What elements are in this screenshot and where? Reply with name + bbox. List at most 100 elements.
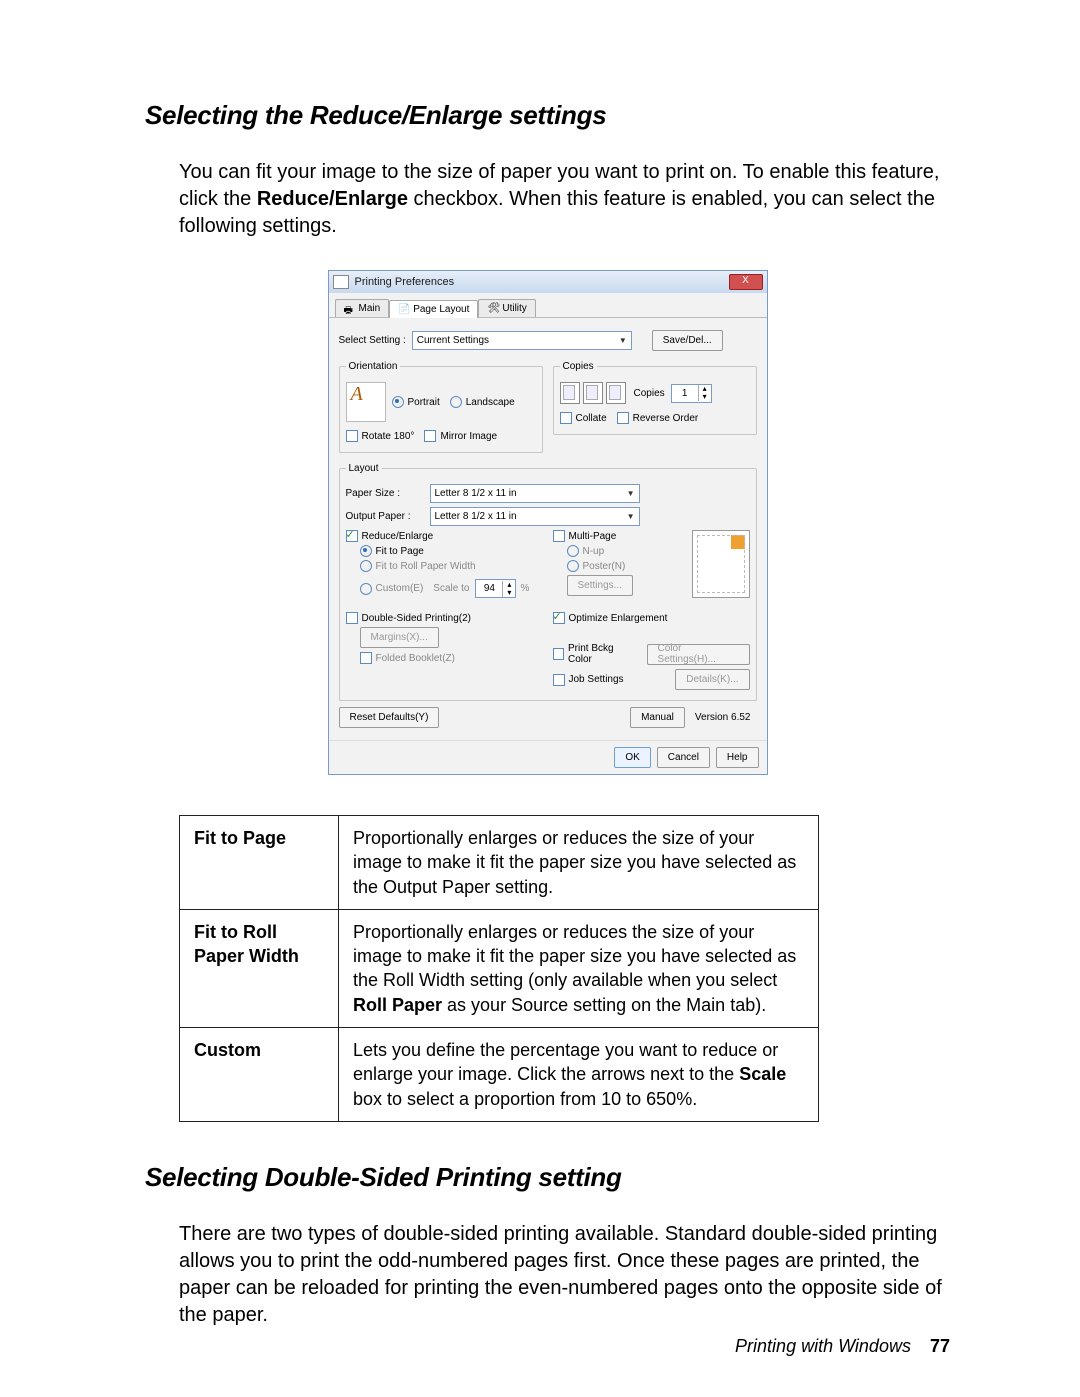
check-label: Double-Sided Printing(2)	[362, 613, 472, 624]
stepper-arrows-icon[interactable]: ▴▾	[698, 385, 711, 401]
printer-icon	[333, 275, 349, 289]
text: as your Source setting on the Main tab).	[442, 995, 766, 1015]
text-bold: Scale	[739, 1064, 786, 1084]
poster-radio[interactable]: Poster(N)	[567, 560, 626, 572]
folded-booklet-checkbox[interactable]: Folded Booklet(Z)	[360, 652, 455, 664]
fit-to-page-radio[interactable]: Fit to Page	[360, 545, 424, 557]
para-reduce-enlarge: You can fit your image to the size of pa…	[179, 159, 950, 240]
cell-key: Fit to Page	[180, 816, 339, 910]
output-paper-dropdown[interactable]: Letter 8 1/2 x 11 in ▼	[430, 507, 640, 526]
output-paper-label: Output Paper :	[346, 511, 424, 522]
check-label: Rotate 180°	[362, 431, 415, 442]
help-button[interactable]: Help	[716, 747, 759, 768]
printing-preferences-dialog: Printing Preferences X 🖶Main 📄 Page Layou…	[328, 270, 768, 775]
heading-reduce-enlarge: Selecting the Reduce/Enlarge settings	[145, 100, 950, 131]
page-layout-icon: 📄	[398, 304, 409, 315]
check-label: Folded Booklet(Z)	[376, 653, 455, 664]
reduce-enlarge-checkbox[interactable]: Reduce/Enlarge	[346, 530, 434, 542]
print-bg-color-checkbox[interactable]: Print Bckg Color	[553, 643, 637, 665]
cell-value: Proportionally enlarges or reduces the s…	[339, 909, 819, 1027]
version-label: Version 6.52	[695, 712, 751, 723]
close-button[interactable]: X	[729, 274, 763, 290]
text: box to select a proportion from 10 to 65…	[353, 1089, 697, 1109]
chevron-down-icon: ▼	[619, 336, 627, 345]
page-footer: Printing with Windows 77	[735, 1336, 950, 1357]
reset-defaults-button[interactable]: Reset Defaults(Y)	[339, 707, 440, 728]
radio-label: Poster(N)	[583, 561, 626, 572]
text-bold: Roll Paper	[353, 995, 442, 1015]
layout-preview-icon	[692, 530, 750, 598]
reverse-order-checkbox[interactable]: Reverse Order	[617, 412, 699, 424]
cancel-button[interactable]: Cancel	[657, 747, 710, 768]
cell-value: Proportionally enlarges or reduces the s…	[339, 816, 819, 910]
multi-page-checkbox[interactable]: Multi-Page	[553, 530, 617, 542]
orientation-legend: Orientation	[346, 361, 401, 372]
collate-checkbox[interactable]: Collate	[560, 412, 607, 424]
rotate-180-checkbox[interactable]: Rotate 180°	[346, 430, 415, 442]
table-row: Custom Lets you define the percentage yo…	[180, 1028, 819, 1122]
manual-button[interactable]: Manual	[630, 707, 685, 728]
radio-label: N-up	[583, 546, 605, 557]
wrench-icon: 🛠	[487, 303, 498, 314]
margins-button[interactable]: Margins(X)...	[360, 627, 439, 648]
ok-button[interactable]: OK	[614, 747, 650, 768]
check-label: Collate	[576, 413, 607, 424]
tab-label: Page Layout	[413, 304, 469, 315]
chevron-down-icon: ▼	[627, 512, 635, 521]
job-settings-checkbox[interactable]: Job Settings	[553, 674, 624, 686]
copies-value[interactable]	[672, 385, 698, 402]
dropdown-value: Letter 8 1/2 x 11 in	[435, 511, 517, 522]
nup-radio[interactable]: N-up	[567, 545, 605, 557]
layout-legend: Layout	[346, 463, 382, 474]
mirror-image-checkbox[interactable]: Mirror Image	[424, 430, 497, 442]
tab-utility[interactable]: 🛠 Utility	[478, 299, 535, 317]
tab-page-layout[interactable]: 📄 Page Layout	[389, 300, 478, 318]
optimize-enlargement-checkbox[interactable]: Optimize Enlargement	[553, 612, 668, 624]
stepper-arrows-icon[interactable]: ▴▾	[502, 581, 515, 597]
printer-icon: 🖶	[344, 303, 355, 314]
landscape-radio[interactable]: Landscape	[450, 396, 515, 408]
text: Proportionally enlarges or reduces the s…	[353, 922, 796, 991]
para-double-sided: There are two types of double-sided prin…	[179, 1221, 950, 1329]
radio-label: Landscape	[466, 397, 515, 408]
cell-value: Lets you define the percentage you want …	[339, 1028, 819, 1122]
chevron-down-icon: ▼	[627, 489, 635, 498]
radio-label: Fit to Roll Paper Width	[376, 561, 476, 572]
portrait-radio[interactable]: Portrait	[392, 396, 440, 408]
radio-label: Portrait	[408, 397, 440, 408]
dialog-title: Printing Preferences	[355, 276, 455, 288]
dropdown-value: Letter 8 1/2 x 11 in	[435, 488, 517, 499]
radio-label: Fit to Page	[376, 546, 424, 557]
page-number: 77	[930, 1336, 950, 1356]
copies-stepper[interactable]: ▴▾	[671, 384, 712, 403]
copies-legend: Copies	[560, 361, 597, 372]
copies-label: Copies	[634, 388, 665, 399]
tab-label: Utility	[502, 303, 526, 314]
double-sided-checkbox[interactable]: Double-Sided Printing(2)	[346, 612, 472, 624]
fit-to-roll-radio[interactable]: Fit to Roll Paper Width	[360, 560, 476, 572]
paper-size-dropdown[interactable]: Letter 8 1/2 x 11 in ▼	[430, 484, 640, 503]
custom-scale-radio[interactable]: Custom(E)	[360, 583, 424, 595]
paper-size-label: Paper Size :	[346, 488, 424, 499]
table-row: Fit to Page Proportionally enlarges or r…	[180, 816, 819, 910]
multi-page-settings-button[interactable]: Settings...	[567, 575, 633, 596]
details-button[interactable]: Details(K)...	[675, 669, 749, 690]
dropdown-value: Current Settings	[417, 335, 489, 346]
chapter-label: Printing with Windows	[735, 1336, 911, 1356]
check-label: Reverse Order	[633, 413, 699, 424]
cell-key: Fit to Roll Paper Width	[180, 909, 339, 1027]
scale-stepper[interactable]: ▴▾	[475, 579, 516, 598]
save-del-button[interactable]: Save/Del...	[652, 330, 723, 351]
tab-main[interactable]: 🖶Main	[335, 299, 390, 317]
check-label: Job Settings	[569, 674, 624, 685]
settings-description-table: Fit to Page Proportionally enlarges or r…	[179, 815, 819, 1122]
cell-key: Custom	[180, 1028, 339, 1122]
check-label: Multi-Page	[569, 531, 617, 542]
orientation-preview-icon	[346, 382, 386, 422]
scale-value[interactable]	[476, 580, 502, 597]
color-settings-button[interactable]: Color Settings(H)...	[647, 644, 750, 665]
check-label: Optimize Enlargement	[569, 613, 668, 624]
select-setting-dropdown[interactable]: Current Settings ▼	[412, 331, 632, 350]
check-label: Reduce/Enlarge	[362, 531, 434, 542]
heading-double-sided: Selecting Double-Sided Printing setting	[145, 1162, 950, 1193]
